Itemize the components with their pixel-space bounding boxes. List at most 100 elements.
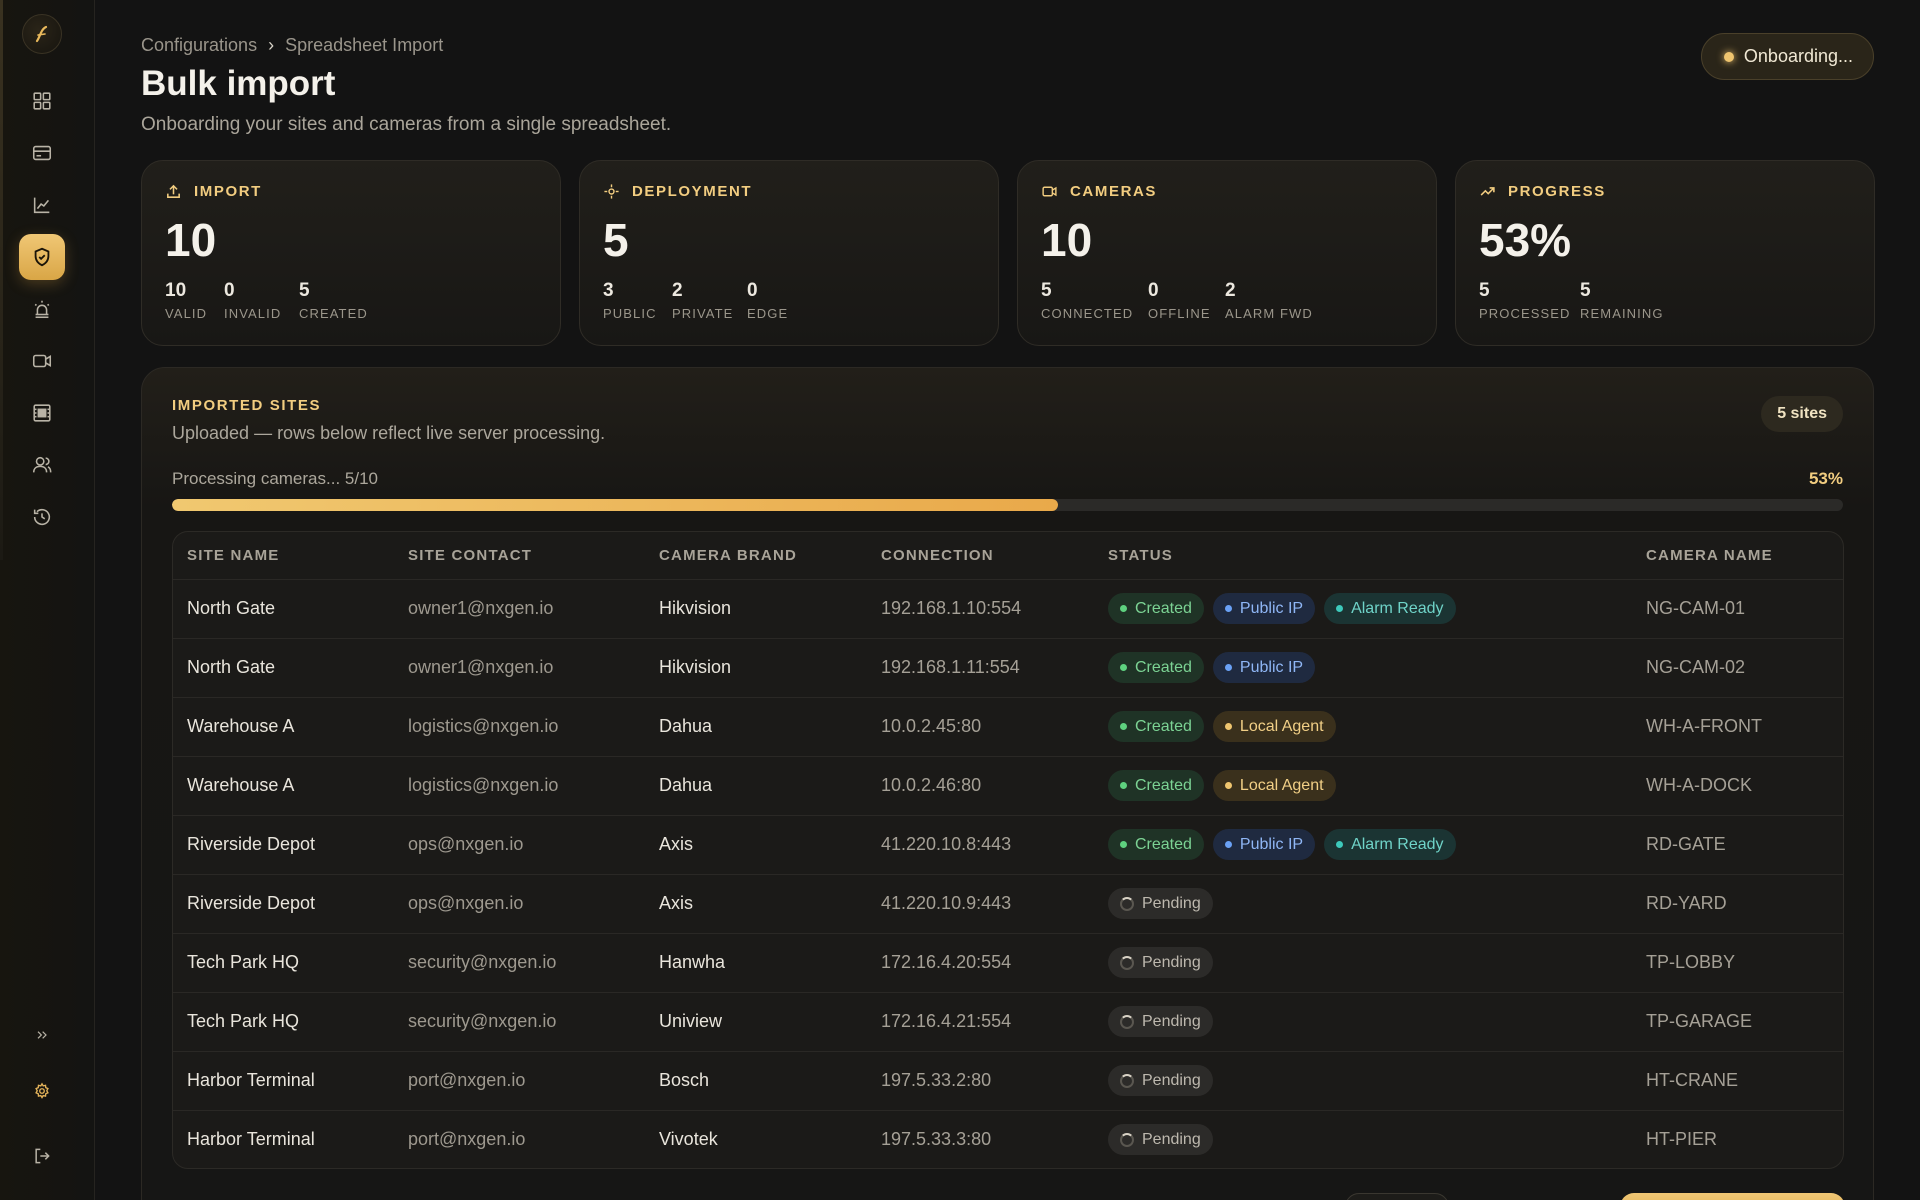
- status-badge-label: Public IP: [1239, 658, 1304, 676]
- status-dot-icon: [1224, 723, 1232, 730]
- table-row[interactable]: Tech Park HQ security@nxgen.io Uniview 172.…: [173, 992, 1843, 1052]
- onboarding-status-label: Onboarding...: [1743, 46, 1853, 66]
- cell-camera-brand: Bosch: [645, 1051, 867, 1111]
- status-dot-icon: [1224, 605, 1232, 612]
- stat-card-progress: PROGRESS 53% 5 PROCESSED 5 REMAINING: [1455, 160, 1875, 346]
- status-badge-label: Alarm Ready: [1351, 599, 1444, 617]
- table-row[interactable]: Harbor Terminal port@nxgen.io Vivotek 197.5…: [173, 1110, 1843, 1168]
- nav-alarms[interactable]: [19, 286, 65, 332]
- stat-sub-value: 5: [1041, 280, 1052, 301]
- chart-icon: [33, 197, 50, 214]
- stat-sub-label: OFFLINE: [1148, 306, 1211, 321]
- status-badge-label: Pending: [1142, 1130, 1201, 1148]
- cell-status: Created Local Agent: [1094, 697, 1632, 757]
- status-badge: Created: [1108, 652, 1204, 683]
- settings-button[interactable]: [19, 1068, 65, 1114]
- cell-site-name: Harbor Terminal: [173, 1051, 394, 1111]
- stat-sub-label: PRIVATE: [672, 306, 734, 321]
- cell-connection: 41.220.10.8:443: [867, 815, 1094, 875]
- upload-icon: [167, 184, 180, 198]
- status-dot-icon: [1120, 841, 1127, 848]
- nav-devices[interactable]: [19, 390, 65, 436]
- cell-camera-brand: Vivotek: [659, 1129, 718, 1150]
- cell-site-name: North Gate: [173, 638, 394, 698]
- table-row[interactable]: Harbor Terminal port@nxgen.io Bosch 197.5.3…: [173, 1051, 1843, 1111]
- status-badge-label: Created: [1135, 599, 1192, 617]
- column-header[interactable]: CONNECTION: [867, 532, 1094, 580]
- cell-site-contact: security@nxgen.io: [394, 992, 645, 1052]
- nav-analytics[interactable]: [19, 182, 65, 228]
- cell-camera-brand: Hikvision: [645, 638, 867, 698]
- status-badge-label: Created: [1135, 717, 1192, 735]
- cell-status: Created Public IP Alarm Ready: [1094, 579, 1632, 639]
- cell-connection: 10.0.2.45:80: [867, 697, 1094, 757]
- table-row[interactable]: North Gate owner1@nxgen.io Hikvision 192.16…: [173, 579, 1843, 639]
- table-row[interactable]: Warehouse Alogistics@nxgen.io Dahua 10.0.2…: [173, 697, 1843, 757]
- card-icon: [32, 145, 52, 161]
- status-dot-icon: [1723, 51, 1734, 62]
- status-dot-icon: [1224, 841, 1232, 848]
- spinner-icon: [1120, 1014, 1134, 1029]
- stat-sub-label: CREATED: [299, 306, 368, 321]
- status-badge: Alarm Ready: [1324, 593, 1456, 624]
- table-row[interactable]: Warehouse Alogistics@nxgen.io Dahua 10.0.2…: [173, 756, 1843, 816]
- stat-card-deployment: DEPLOYMENT 5 3 PUBLIC 2 PRIVATE 0 EDGE: [579, 160, 999, 346]
- logout-button[interactable]: [19, 1133, 65, 1179]
- column-header[interactable]: SITE CONTACT: [394, 532, 645, 580]
- nav-cameras[interactable]: [19, 338, 65, 384]
- status-badge-label: Public IP: [1239, 835, 1304, 853]
- stat-sub-value: 3: [603, 280, 614, 301]
- cell-camera-brand: Axis: [645, 874, 867, 934]
- status-badge: Created: [1108, 770, 1204, 801]
- cell-site-contact: owner1@nxgen.io: [394, 638, 645, 698]
- column-header[interactable]: STATUS: [1094, 532, 1632, 580]
- stat-value: 5: [603, 214, 629, 266]
- breadcrumb: Configurations › Spreadsheet Import: [141, 35, 443, 56]
- status-dot-icon: [1120, 782, 1127, 789]
- cell-status: Created Public IP Alarm Ready: [1094, 815, 1632, 875]
- cell-site-name: North Gate: [173, 579, 394, 639]
- table-row[interactable]: North Gate owner1@nxgen.io Hikvision 192.16…: [173, 638, 1843, 698]
- cell-site-contact: logistics@nxgen.io: [394, 756, 645, 816]
- status-badge-label: Created: [1135, 835, 1192, 853]
- cell-site-name: Warehouse A: [173, 697, 394, 757]
- sidebar-expand-button[interactable]: [19, 1012, 65, 1058]
- status-badge: Local Agent: [1212, 711, 1336, 742]
- status-badge-label: Pending: [1142, 953, 1201, 971]
- deploy-icon: [604, 184, 619, 199]
- cell-site-name: Warehouse A: [173, 756, 394, 816]
- brand-logo[interactable]: [22, 14, 62, 54]
- sites-table: SITE NAME SITE CONTACT CAMERA BRAND CONN…: [172, 531, 1844, 1169]
- column-header[interactable]: SITE NAME: [173, 532, 394, 580]
- status-badge-label: Pending: [1142, 1012, 1201, 1030]
- nav-configurations[interactable]: [19, 234, 65, 280]
- cell-camera-name: WH-A-DOCK: [1632, 756, 1843, 816]
- camera-icon: [1042, 186, 1057, 197]
- status-dot-icon: [1224, 782, 1232, 789]
- nav-billing[interactable]: [19, 130, 65, 176]
- primary-action-button[interactable]: [1620, 1193, 1845, 1200]
- table-row[interactable]: Riverside Depot ops@nxgen.io Axis 41.220.10…: [173, 874, 1843, 934]
- table-row[interactable]: Riverside Depot ops@nxgen.io Axis 41.220.10…: [173, 815, 1843, 875]
- nav-history[interactable]: [19, 494, 65, 540]
- cell-camera-name: WH-A-FRONT: [1632, 697, 1843, 757]
- stat-title: CAMERAS: [1070, 183, 1158, 200]
- cell-status: Pending: [1094, 933, 1632, 993]
- cell-connection: 172.16.4.20:554: [867, 933, 1094, 993]
- column-header[interactable]: CAMERA NAME: [1632, 532, 1843, 580]
- stat-sub-value: 5: [1479, 280, 1490, 301]
- stat-title: IMPORT: [194, 183, 262, 200]
- table-row[interactable]: Tech Park HQ security@nxgen.io Hanwha 172.1…: [173, 933, 1843, 993]
- nav-dashboard[interactable]: [19, 78, 65, 124]
- nav-users[interactable]: [19, 442, 65, 488]
- column-header[interactable]: CAMERA BRAND: [645, 532, 867, 580]
- stat-sub-label: PROCESSED: [1479, 306, 1571, 321]
- trend-icon: [1480, 187, 1495, 196]
- secondary-action-button[interactable]: [1345, 1193, 1449, 1200]
- breadcrumb-parent[interactable]: Configurations: [141, 35, 257, 55]
- stat-sub-value: 5: [1580, 280, 1591, 301]
- cell-site-contact: ops@nxgen.io: [394, 815, 645, 875]
- cell-camera-brand: Uniview: [645, 992, 867, 1052]
- cell-camera-brand: Dahua: [645, 697, 867, 757]
- cell-connection: 10.0.2.46:80: [867, 756, 1094, 816]
